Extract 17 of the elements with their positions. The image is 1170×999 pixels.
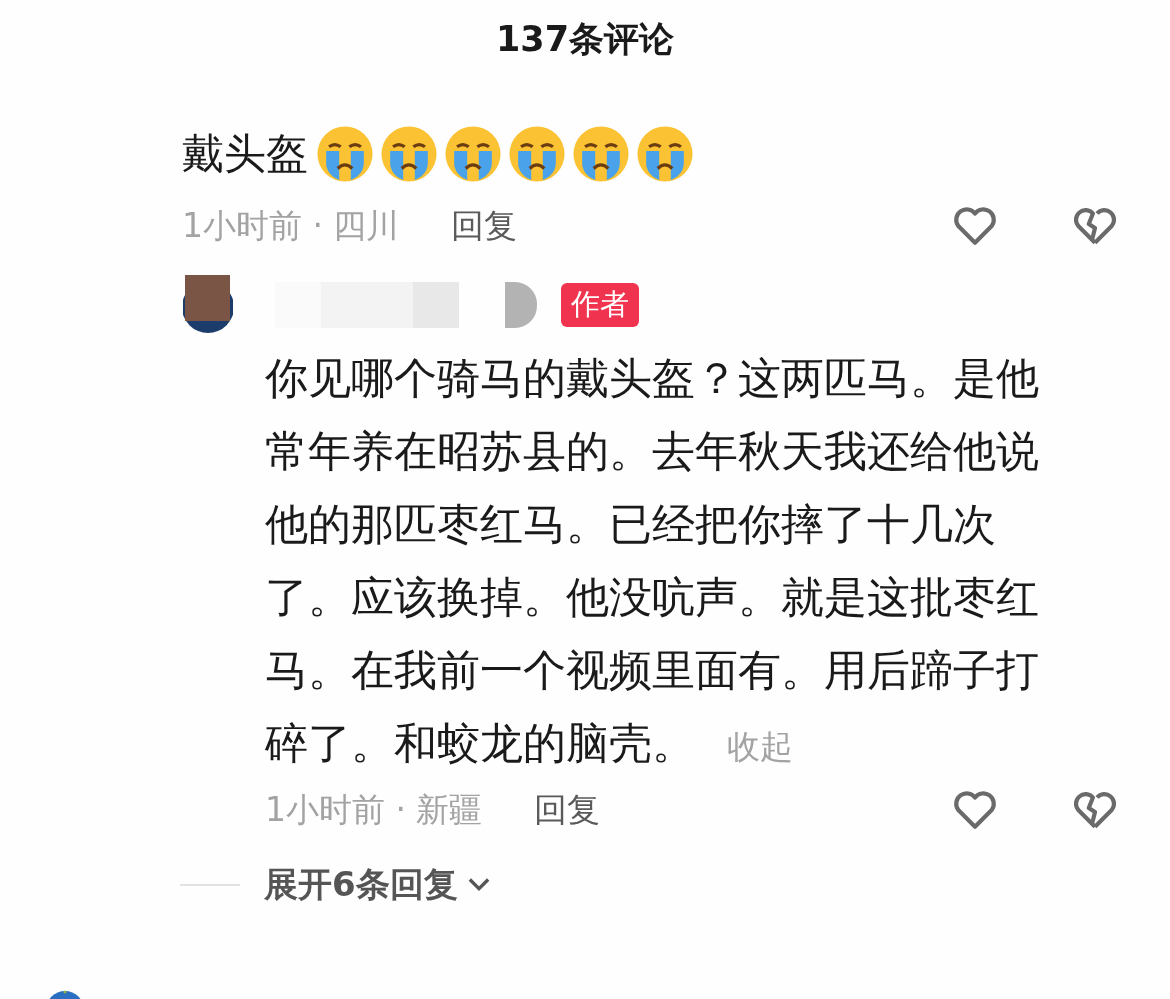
crying-face-icon	[508, 125, 566, 183]
reply-link[interactable]: 回复	[451, 203, 518, 249]
reply-text: 你见哪个骑马的戴头盔？这两匹马。是他常年养在昭苏县的。去年秋天我还给他说他的那匹枣红马。已经把你摔了十几次了。应该换掉。他没吭声。就是这批枣红马。在我前一个视频里面有。用后蹄子打碎了。和蛟龙的脑壳。 收起	[265, 352, 1040, 772]
crying-face-icon	[636, 125, 694, 183]
crying-face-icon	[380, 125, 438, 183]
crying-face-icon	[316, 125, 374, 183]
comment-time: 1小时前 · 四川	[182, 204, 400, 247]
expand-replies-button[interactable]: 展开6条回复	[264, 862, 490, 908]
chevron-down-icon	[467, 877, 490, 893]
reply-link[interactable]: 回复	[534, 787, 601, 833]
author-badge: 作者	[561, 283, 639, 327]
comment-text: 戴头盔	[182, 128, 308, 180]
crying-face-icon	[444, 125, 502, 183]
comments-title: 137条评论	[494, 18, 676, 61]
avatar-icon[interactable]	[183, 275, 233, 335]
crying-face-icon	[572, 125, 630, 183]
reply-time: 1小时前 · 新疆	[265, 788, 483, 831]
